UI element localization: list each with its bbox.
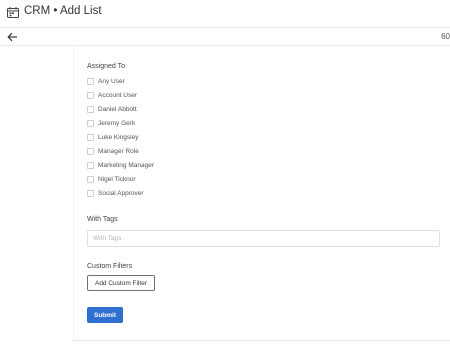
checkbox[interactable] [87,120,94,127]
top-bar: CRM • Add List [0,0,450,28]
option-label: Nigel Ticknor [98,176,136,183]
option-label: Jeremy Gerk [98,120,136,127]
checkbox[interactable] [87,92,94,99]
assignee-option-jeremy-gerk[interactable]: Jeremy Gerk [87,118,135,129]
checkbox[interactable] [87,176,94,183]
add-custom-filter-button[interactable]: Add Custom Filter [87,275,155,291]
checkbox[interactable] [87,78,94,85]
calendar-icon [7,7,19,18]
checkbox[interactable] [87,106,94,113]
assignee-option-manager-role[interactable]: Manager Role [87,146,139,157]
option-label: Marketing Manager [98,162,154,169]
assigned-to-label: Assigned To [87,63,126,70]
assignee-option-luke-kingsley[interactable]: Luke Kingsley [87,132,138,143]
page-title: CRM • Add List [24,5,102,17]
assignee-option-social-approver[interactable]: Social Approver [87,188,144,199]
add-list-form: Assigned To Any User Account User Daniel… [73,46,450,341]
option-label: Manager Role [98,148,139,155]
option-label: Luke Kingsley [98,134,139,141]
submit-button[interactable]: Submit [87,307,123,323]
checkbox[interactable] [87,148,94,155]
arrow-left-icon[interactable] [7,32,18,42]
assignee-option-any-user[interactable]: Any User [87,76,125,87]
custom-filters-label: Custom Filters [87,263,133,270]
assignee-option-marketing-manager[interactable]: Marketing Manager [87,160,154,171]
record-count: 60 [441,32,450,41]
checkbox[interactable] [87,134,94,141]
assignee-option-account-user[interactable]: Account User [87,90,137,101]
option-label: Account User [98,92,138,99]
with-tags-input[interactable]: With Tags [87,230,440,247]
with-tags-placeholder: With Tags [93,235,122,242]
option-label: Daniel Abbott [98,106,137,113]
with-tags-label: With Tags [87,216,118,223]
assignee-option-daniel-abbott[interactable]: Daniel Abbott [87,104,137,115]
assignee-option-nigel-ticknor[interactable]: Nigel Ticknor [87,174,136,185]
option-label: Social Approver [98,190,144,197]
checkbox[interactable] [87,162,94,169]
checkbox[interactable] [87,190,94,197]
navigation-bar: 60 [0,29,450,46]
option-label: Any User [98,78,125,85]
